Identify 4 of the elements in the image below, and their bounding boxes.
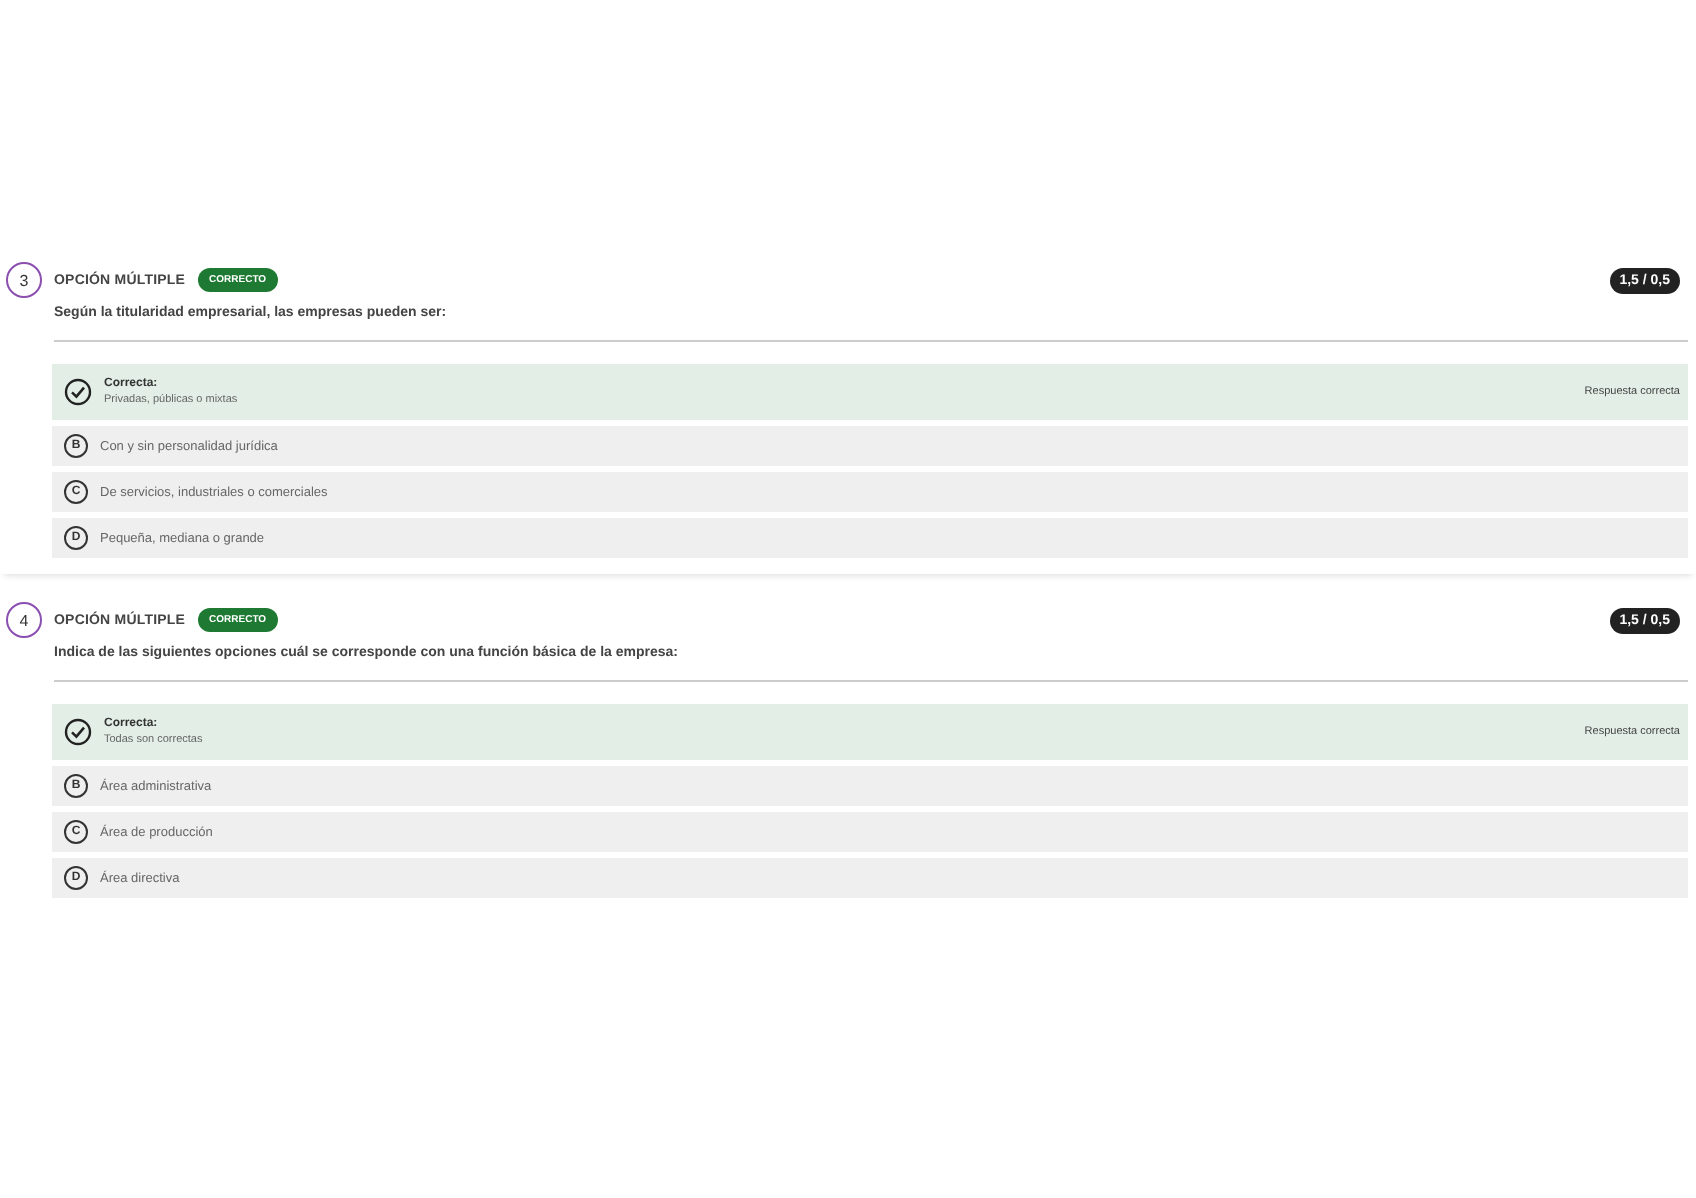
- check-circle-icon: [64, 378, 92, 406]
- question-number: 4: [6, 602, 42, 638]
- question-number: 3: [6, 262, 42, 298]
- check-circle-icon: [64, 718, 92, 746]
